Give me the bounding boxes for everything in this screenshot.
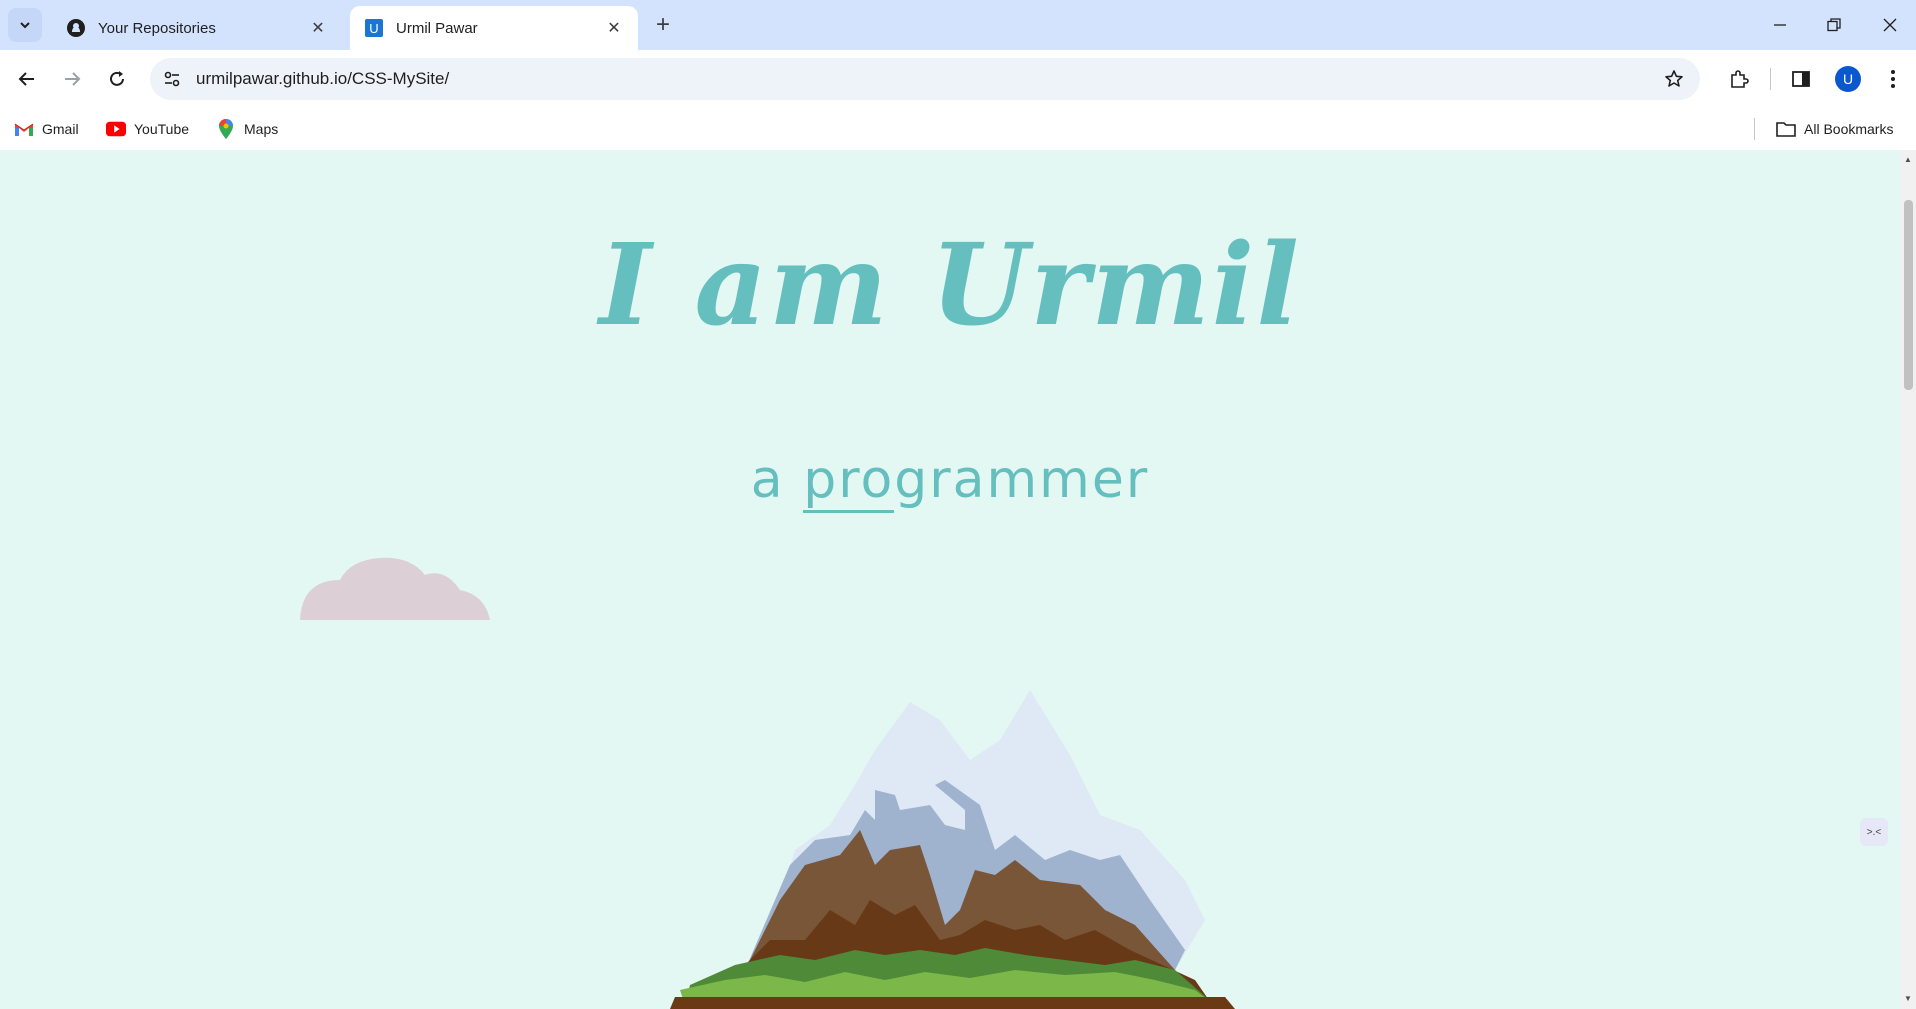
- bookmarks-divider: [1754, 118, 1755, 140]
- subtitle-prefix: a: [750, 450, 804, 510]
- new-tab-button[interactable]: +: [648, 10, 678, 40]
- page-scrollbar[interactable]: ▲ ▼: [1900, 150, 1916, 1009]
- puzzle-icon: [1731, 70, 1749, 88]
- site-info-icon[interactable]: [160, 67, 184, 91]
- menu-button[interactable]: [1876, 62, 1910, 96]
- subtitle-underlined: pro: [803, 450, 895, 513]
- extensions-button[interactable]: [1722, 62, 1756, 96]
- youtube-icon: [106, 119, 126, 139]
- side-panel-button[interactable]: [1784, 62, 1818, 96]
- back-button[interactable]: [10, 62, 44, 96]
- reload-button[interactable]: [100, 62, 134, 96]
- close-icon: [1883, 18, 1897, 32]
- folder-icon: [1776, 119, 1796, 139]
- minimize-icon: [1774, 24, 1786, 26]
- arrow-right-icon: [65, 72, 81, 86]
- bookmark-star-icon[interactable]: [1662, 67, 1686, 91]
- scroll-thumb[interactable]: [1904, 200, 1913, 390]
- bookmark-label: Gmail: [42, 121, 79, 137]
- close-window-button[interactable]: [1862, 0, 1916, 50]
- side-widget-label: >.<: [1866, 826, 1882, 838]
- github-icon: [66, 18, 86, 38]
- cloud-image: [300, 557, 490, 620]
- all-bookmarks-label: All Bookmarks: [1804, 121, 1894, 137]
- subtitle-rest: grammer: [894, 450, 1150, 510]
- address-text[interactable]: urmilpawar.github.io/CSS-MySite/: [196, 69, 449, 89]
- address-bar[interactable]: urmilpawar.github.io/CSS-MySite/: [150, 58, 1700, 100]
- restore-icon: [1827, 18, 1841, 32]
- arrow-left-icon: [18, 72, 34, 86]
- page-subtitle: a programmer: [0, 450, 1900, 513]
- tab-strip: Your Repositories ✕ U Urmil Pawar ✕ +: [0, 0, 1916, 50]
- reload-icon: [110, 71, 124, 86]
- bookmark-youtube[interactable]: YouTube: [106, 117, 189, 141]
- restore-button[interactable]: [1806, 0, 1862, 50]
- close-tab-icon[interactable]: ✕: [602, 16, 626, 40]
- close-tab-icon[interactable]: ✕: [306, 16, 330, 40]
- bookmark-label: Maps: [244, 121, 279, 137]
- bookmark-label: YouTube: [134, 121, 190, 137]
- profile-button[interactable]: U: [1831, 62, 1865, 96]
- more-vert-icon: [1891, 70, 1895, 88]
- minimize-button[interactable]: [1752, 0, 1808, 50]
- tab-urmil-pawar[interactable]: U Urmil Pawar ✕: [350, 6, 638, 50]
- avatar: U: [1835, 66, 1861, 92]
- page-viewport: I am Urmil a programmer >.<: [0, 150, 1900, 1009]
- chevron-down-icon: [20, 22, 30, 29]
- favicon-letter: U: [365, 19, 383, 37]
- tab-title: Urmil Pawar: [396, 19, 478, 37]
- scroll-up-arrow-icon[interactable]: ▲: [1904, 156, 1912, 164]
- bookmark-maps[interactable]: Maps: [216, 117, 278, 141]
- mountain-image: [670, 690, 1235, 1009]
- scroll-down-arrow-icon[interactable]: ▼: [1904, 995, 1912, 1003]
- tab-search-button[interactable]: [8, 8, 42, 42]
- forward-button[interactable]: [55, 62, 89, 96]
- tab-title: Your Repositories: [98, 19, 216, 37]
- gmail-icon: [14, 119, 34, 139]
- all-bookmarks-button[interactable]: All Bookmarks: [1776, 117, 1893, 141]
- tab-your-repositories[interactable]: Your Repositories ✕: [52, 6, 342, 50]
- toolbar-divider: [1770, 68, 1771, 90]
- site-favicon-icon: U: [364, 18, 384, 38]
- side-widget-button[interactable]: >.<: [1860, 818, 1888, 846]
- bookmark-gmail[interactable]: Gmail: [14, 117, 79, 141]
- browser-toolbar: urmilpawar.github.io/CSS-MySite/ U: [0, 50, 1916, 108]
- page-title: I am Urmil: [599, 220, 1301, 351]
- maps-icon: [216, 119, 236, 139]
- bookmarks-bar: Gmail YouTube Maps All Bookmarks: [0, 108, 1916, 150]
- side-panel-icon: [1792, 71, 1810, 87]
